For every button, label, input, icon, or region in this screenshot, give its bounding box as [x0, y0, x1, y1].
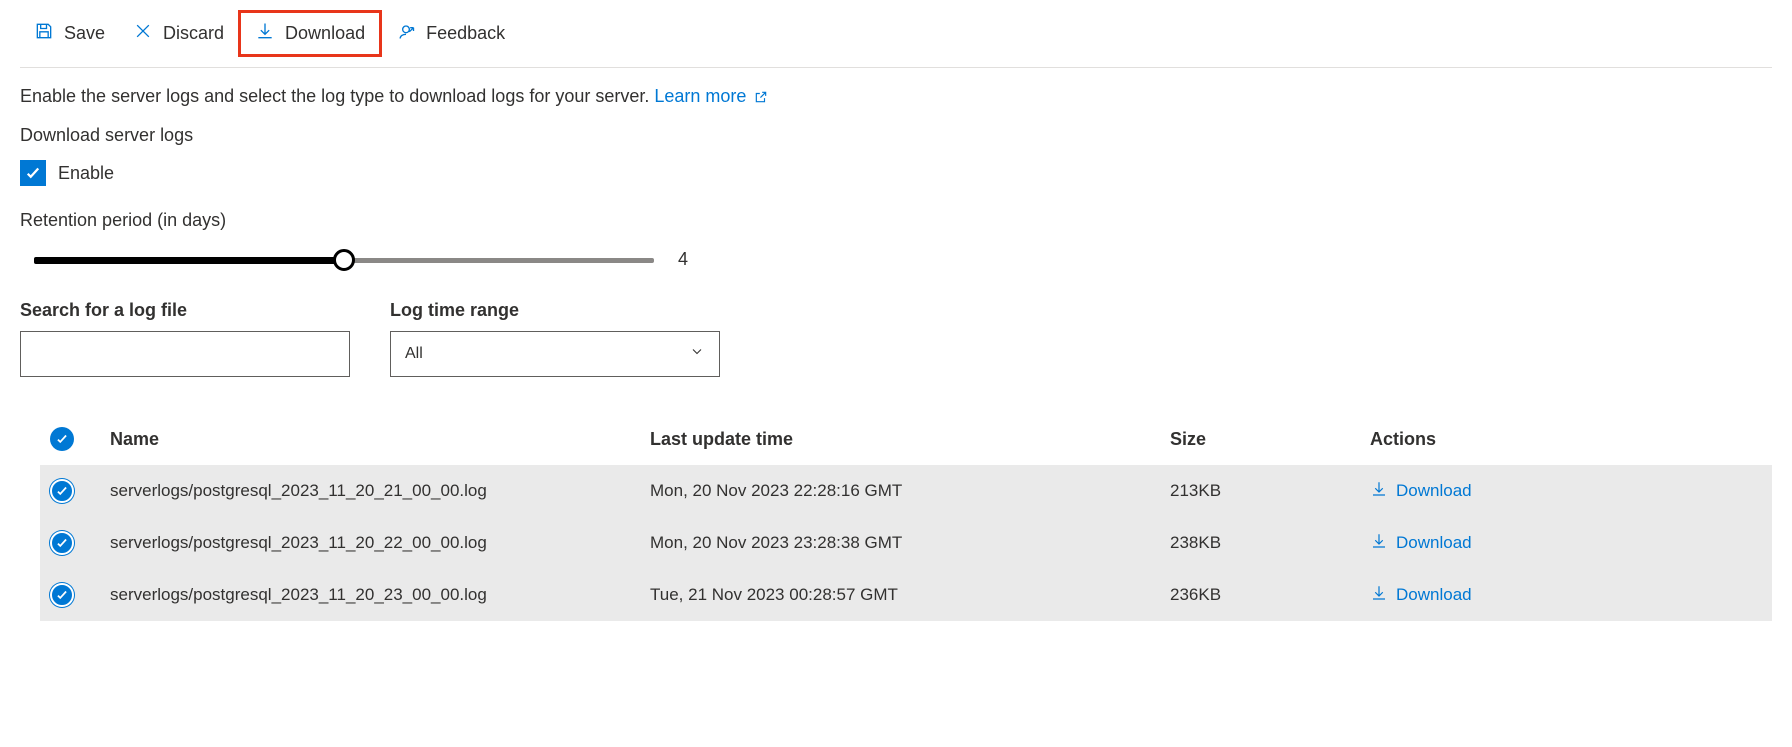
slider-thumb[interactable]: [333, 249, 355, 271]
save-icon: [34, 21, 54, 46]
save-button[interactable]: Save: [20, 13, 119, 54]
cell-size: 236KB: [1170, 585, 1370, 605]
toolbar: Save Discard Download Feedback: [20, 10, 1772, 68]
row-download-link[interactable]: Download: [1370, 584, 1762, 607]
row-checkbox[interactable]: [50, 583, 74, 607]
download-label: Download: [285, 23, 365, 44]
cell-size: 238KB: [1170, 533, 1370, 553]
th-last-update: Last update time: [650, 429, 1170, 450]
download-icon: [1370, 584, 1388, 607]
cell-name: serverlogs/postgresql_2023_11_20_21_00_0…: [110, 481, 650, 501]
row-download-link[interactable]: Download: [1370, 480, 1762, 503]
table-header: Name Last update time Size Actions: [40, 413, 1772, 465]
close-icon: [133, 21, 153, 46]
highlight-download: Download: [238, 10, 382, 57]
select-all-checkbox[interactable]: [50, 427, 74, 451]
retention-slider[interactable]: [34, 250, 654, 270]
learn-more-link[interactable]: Learn more: [654, 86, 768, 106]
download-icon: [1370, 532, 1388, 555]
row-checkbox[interactable]: [50, 531, 74, 555]
timerange-value: All: [405, 345, 423, 363]
enable-checkbox[interactable]: [20, 160, 46, 186]
cell-size: 213KB: [1170, 481, 1370, 501]
timerange-select[interactable]: All: [390, 331, 720, 377]
search-input[interactable]: [20, 331, 350, 377]
table-body: serverlogs/postgresql_2023_11_20_21_00_0…: [40, 465, 1772, 621]
row-checkbox[interactable]: [50, 479, 74, 503]
learn-more-label: Learn more: [654, 86, 746, 106]
search-group: Search for a log file: [20, 300, 350, 377]
external-link-icon: [751, 86, 768, 106]
cell-name: serverlogs/postgresql_2023_11_20_22_00_0…: [110, 533, 650, 553]
retention-label: Retention period (in days): [20, 210, 1772, 231]
download-logs-label: Download server logs: [20, 125, 1772, 146]
logs-table: Name Last update time Size Actions serve…: [20, 413, 1772, 621]
discard-label: Discard: [163, 23, 224, 44]
row-download-label: Download: [1396, 481, 1472, 501]
feedback-icon: [396, 21, 416, 46]
table-row: serverlogs/postgresql_2023_11_20_23_00_0…: [40, 569, 1772, 621]
enable-label: Enable: [58, 163, 114, 184]
cell-last-update: Mon, 20 Nov 2023 23:28:38 GMT: [650, 533, 1170, 553]
download-button[interactable]: Download: [241, 13, 379, 54]
chevron-down-icon: [689, 344, 705, 365]
retention-slider-row: 4: [20, 249, 1772, 270]
table-row: serverlogs/postgresql_2023_11_20_22_00_0…: [40, 517, 1772, 569]
cell-last-update: Tue, 21 Nov 2023 00:28:57 GMT: [650, 585, 1170, 605]
th-size: Size: [1170, 429, 1370, 450]
cell-name: serverlogs/postgresql_2023_11_20_23_00_0…: [110, 585, 650, 605]
enable-row: Enable: [20, 160, 1772, 186]
cell-last-update: Mon, 20 Nov 2023 22:28:16 GMT: [650, 481, 1170, 501]
row-download-link[interactable]: Download: [1370, 532, 1762, 555]
filters: Search for a log file Log time range All: [20, 300, 1772, 377]
timerange-label: Log time range: [390, 300, 720, 321]
search-label: Search for a log file: [20, 300, 350, 321]
slider-fill: [34, 257, 344, 264]
th-name: Name: [110, 429, 650, 450]
retention-value: 4: [678, 249, 688, 270]
row-download-label: Download: [1396, 585, 1472, 605]
discard-button[interactable]: Discard: [119, 13, 238, 54]
table-row: serverlogs/postgresql_2023_11_20_21_00_0…: [40, 465, 1772, 517]
save-label: Save: [64, 23, 105, 44]
feedback-label: Feedback: [426, 23, 505, 44]
timerange-group: Log time range All: [390, 300, 720, 377]
feedback-button[interactable]: Feedback: [382, 13, 519, 54]
th-actions: Actions: [1370, 429, 1762, 450]
download-icon: [1370, 480, 1388, 503]
description: Enable the server logs and select the lo…: [20, 86, 1772, 107]
download-icon: [255, 21, 275, 46]
row-download-label: Download: [1396, 533, 1472, 553]
description-text: Enable the server logs and select the lo…: [20, 86, 649, 106]
